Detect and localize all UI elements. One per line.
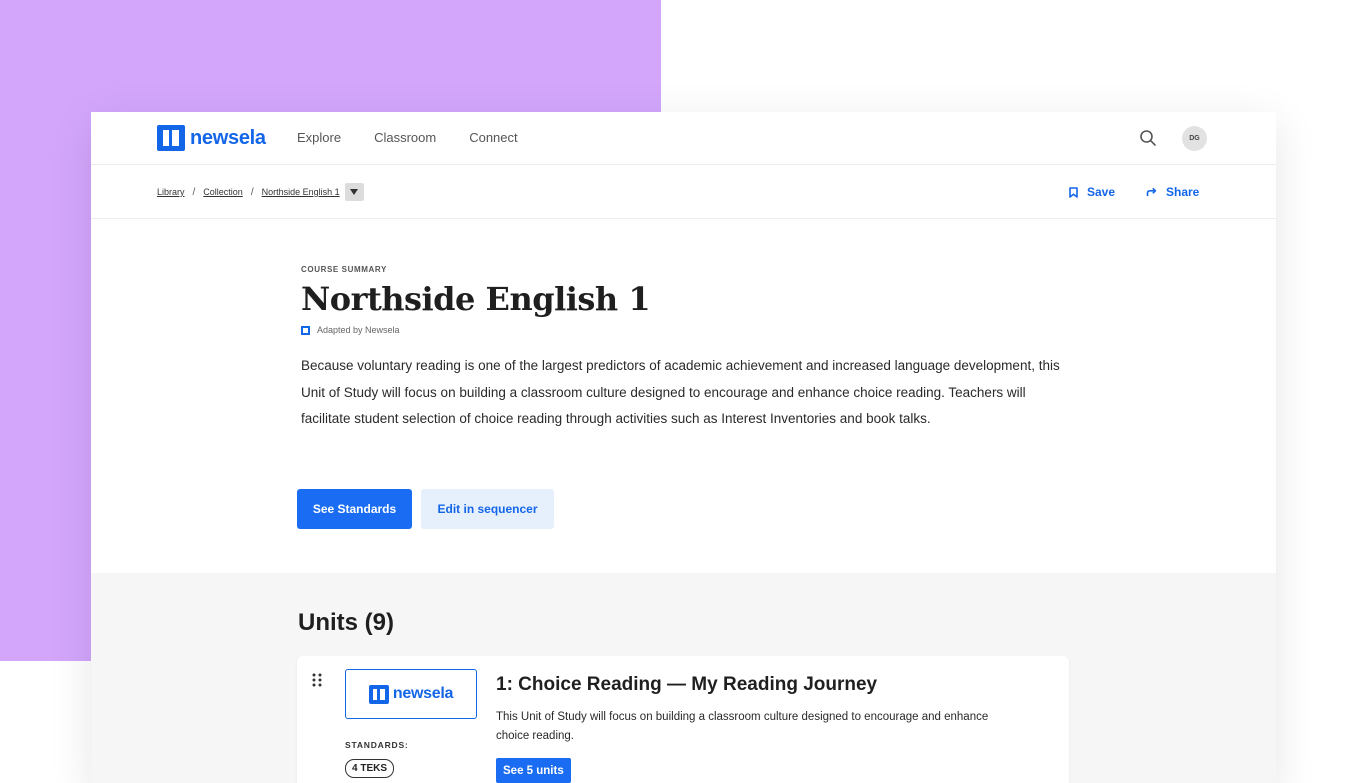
drag-handle-icon[interactable]: [311, 672, 323, 688]
breadcrumb: Library / Collection / Northside English…: [157, 183, 364, 201]
newsela-mini-icon: [301, 325, 310, 335]
adapted-label: Adapted by Newsela: [317, 325, 400, 336]
search-icon[interactable]: [1139, 129, 1157, 147]
save-button[interactable]: Save: [1069, 185, 1115, 199]
section-eyebrow: COURSE SUMMARY: [301, 265, 387, 274]
unit-thumbnail[interactable]: newsela: [345, 669, 477, 719]
main-nav: Explore Classroom Connect: [297, 130, 551, 145]
nav-explore[interactable]: Explore: [297, 130, 341, 145]
see-standards-button[interactable]: See Standards: [297, 489, 412, 529]
nav-connect[interactable]: Connect: [469, 130, 517, 145]
breadcrumb-separator: /: [192, 186, 196, 198]
units-heading: Units (9): [298, 609, 394, 636]
unit-card[interactable]: newsela STANDARDS: 4 TEKS 1: Choice Read…: [297, 656, 1069, 783]
newsela-logo-icon: [368, 684, 389, 704]
nav-classroom[interactable]: Classroom: [374, 130, 436, 145]
breadcrumb-current[interactable]: Northside English 1: [262, 187, 340, 197]
thumbnail-wordmark: newsela: [392, 685, 454, 702]
app-window: newsela Explore Classroom Connect DG Lib…: [91, 112, 1276, 783]
page-title: Northside English 1: [301, 280, 651, 318]
see-units-button[interactable]: See 5 units: [496, 758, 571, 783]
breadcrumb-collection[interactable]: Collection: [203, 187, 243, 197]
unit-description: This Unit of Study will focus on buildin…: [496, 711, 989, 742]
summary-actions: See Standards Edit in sequencer: [297, 489, 554, 529]
adapted-by: Adapted by Newsela: [301, 325, 1061, 335]
logo-wordmark: newsela: [190, 126, 266, 149]
breadcrumb-library[interactable]: Library: [157, 187, 185, 197]
share-arrow-icon: [1146, 187, 1157, 196]
share-label: Share: [1166, 185, 1200, 199]
newsela-logo[interactable]: newsela: [157, 125, 266, 151]
breadcrumb-separator: /: [250, 186, 254, 198]
units-section: Units (9) newsela STANDARDS: 4 TEKS 1: C…: [91, 573, 1276, 783]
bookmark-icon: [1069, 186, 1078, 198]
top-navigation: newsela Explore Classroom Connect DG: [91, 112, 1276, 165]
save-label: Save: [1087, 185, 1116, 199]
breadcrumb-bar: Library / Collection / Northside English…: [91, 165, 1276, 219]
share-button[interactable]: Share: [1146, 185, 1199, 199]
newsela-logo-icon: [157, 125, 185, 151]
standards-badge[interactable]: 4 TEKS: [345, 759, 395, 778]
unit-title[interactable]: 1: Choice Reading — My Reading Journey: [496, 674, 877, 696]
breadcrumb-dropdown-caret-icon[interactable]: [344, 183, 364, 201]
standards-label: STANDARDS:: [345, 740, 409, 750]
course-description: Because voluntary reading is one of the …: [301, 358, 1060, 427]
user-avatar[interactable]: DG: [1182, 126, 1207, 151]
edit-in-sequencer-button[interactable]: Edit in sequencer: [421, 489, 554, 529]
course-summary: COURSE SUMMARY Northside English 1 Adapt…: [301, 265, 1061, 433]
